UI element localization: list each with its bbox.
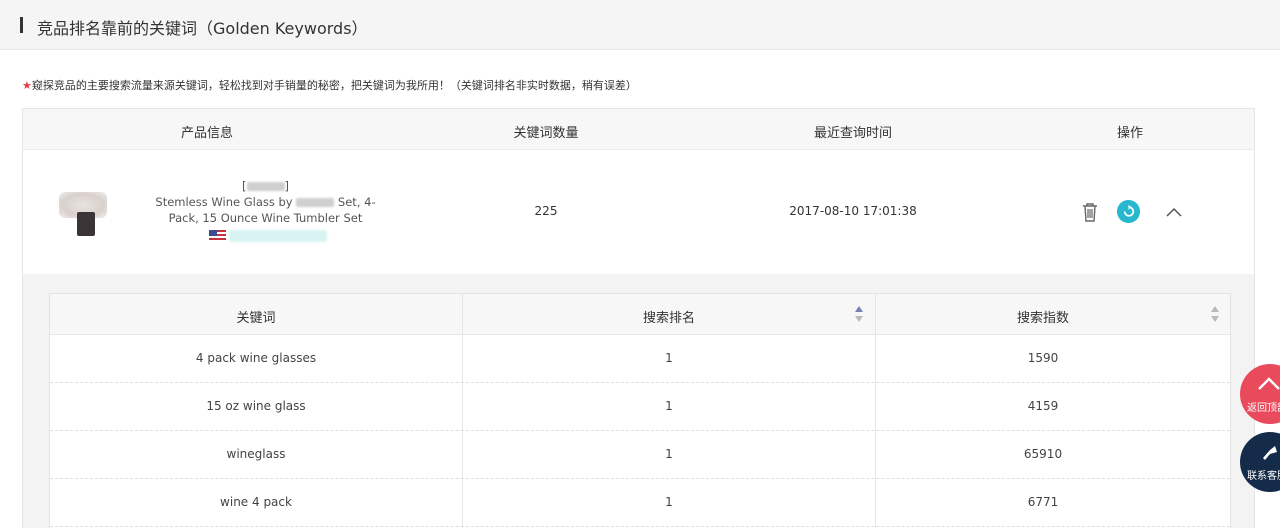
table-row: wineglass 1 65910 <box>50 431 1230 479</box>
trash-icon[interactable] <box>1079 201 1101 223</box>
sort-index-icon[interactable] <box>1210 305 1220 323</box>
rank-cell: 1 <box>665 351 673 365</box>
keyword-cell: 15 oz wine glass <box>206 399 306 413</box>
rank-cell: 1 <box>665 399 673 413</box>
chevron-up-icon[interactable] <box>1165 204 1183 220</box>
header-search-index[interactable]: 搜索指数 <box>1017 307 1069 326</box>
contact-label: 联系客服 <box>1247 471 1280 482</box>
keyword-count-value: 225 <box>534 204 558 218</box>
notice-message: 窥探竞品的主要搜索流量来源关键词，轻松找到对手销量的秘密，把关键词为我所用！（关… <box>31 79 637 92</box>
rank-cell: 1 <box>665 495 673 509</box>
section-title-bar <box>20 17 23 33</box>
last-query-time-value: 2017-08-10 17:01:38 <box>789 204 917 218</box>
arrow-up-icon <box>1258 377 1280 390</box>
refresh-icon[interactable] <box>1117 200 1140 223</box>
index-cell: 6771 <box>1027 495 1059 509</box>
asin-link[interactable] <box>229 229 327 242</box>
product-info: [] Stemless Wine Glass by Set, 4- Pack, … <box>153 178 378 243</box>
section-header: 竞品排名靠前的关键词（Golden Keywords） <box>0 0 1280 50</box>
us-flag-icon <box>209 230 226 241</box>
table-row: wine 4 pack 1 6771 <box>50 479 1230 527</box>
keyword-panel: 关键词 搜索排名 搜索指数 4 pack wine glasses 1 1590 <box>23 274 1254 528</box>
sort-rank-icon[interactable] <box>854 305 864 323</box>
keyword-cell: wineglass <box>226 447 286 461</box>
notice-text: ★窥探竞品的主要搜索流量来源关键词，轻松找到对手销量的秘密，把关键词为我所用！（… <box>22 77 637 93</box>
product-title-line2[interactable]: Pack, 15 Ounce Wine Tumbler Set <box>153 210 378 226</box>
header-actions: 操作 <box>1116 126 1144 141</box>
index-cell: 65910 <box>1023 447 1063 461</box>
header-search-rank[interactable]: 搜索排名 <box>643 307 695 326</box>
table-row: 15 oz wine glass 1 4159 <box>50 383 1230 431</box>
keyword-cell: wine 4 pack <box>220 495 292 509</box>
header-product-info: 产品信息 <box>180 126 234 141</box>
keyword-table: 关键词 搜索排名 搜索指数 4 pack wine glasses 1 1590 <box>49 293 1231 528</box>
index-cell: 1590 <box>1027 351 1059 365</box>
star-icon: ★ <box>22 79 32 92</box>
rank-cell: 1 <box>665 447 673 461</box>
headset-icon <box>1263 446 1277 460</box>
product-table: 产品信息 关键词数量 最近查询时间 操作 [] Stemless Wine Gl… <box>22 108 1255 528</box>
product-row: [] Stemless Wine Glass by Set, 4- Pack, … <box>23 150 1254 274</box>
keyword-cell: 4 pack wine glasses <box>195 351 317 365</box>
header-keyword-count: 关键词数量 <box>513 126 579 141</box>
product-title-line1[interactable]: Stemless Wine Glass by Set, 4- <box>153 194 378 210</box>
product-thumbnail[interactable] <box>55 184 113 242</box>
product-brand: [] <box>242 179 289 193</box>
product-table-header: 产品信息 关键词数量 最近查询时间 操作 <box>23 109 1254 150</box>
index-cell: 4159 <box>1027 399 1059 413</box>
keyword-table-header: 关键词 搜索排名 搜索指数 <box>50 294 1230 335</box>
header-last-query-time: 最近查询时间 <box>813 126 893 141</box>
section-title: 竞品排名靠前的关键词（Golden Keywords） <box>37 19 368 38</box>
back-to-top-label: 返回顶部 <box>1247 403 1280 414</box>
table-row: 4 pack wine glasses 1 1590 <box>50 335 1230 383</box>
header-keyword: 关键词 <box>236 311 276 326</box>
